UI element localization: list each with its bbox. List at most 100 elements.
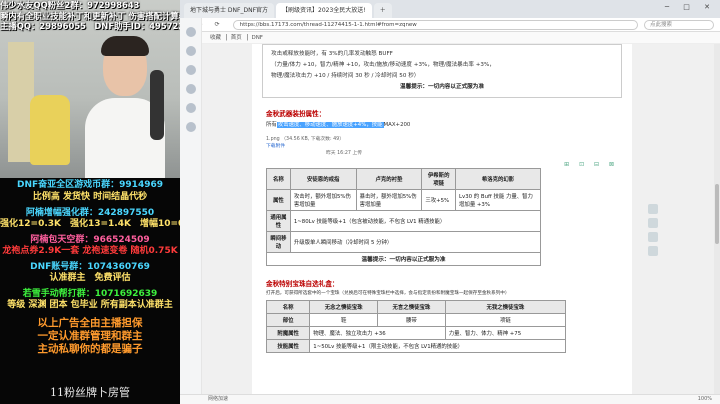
- row-label: 部位: [265, 313, 311, 327]
- table-cell: 暴击时，额外增加5%伤害增加量: [355, 189, 423, 211]
- ad-line: 认准群主 免费评估: [49, 273, 131, 283]
- table-cell: 三攻+5%: [421, 189, 457, 211]
- accessory-table: 名称 安徒恩的戒指 卢克的衬垫 伊希斯的项链 希洛克的幻影 属性 攻击时，额外增加5%伤害…: [266, 168, 542, 266]
- table-row: 属性 攻击时，额外增加5%伤害增加量 暴击时，额外增加5%伤害增加量 三攻+5% Lv3…: [266, 189, 541, 211]
- attachment-meta: （34.56 KB, 下载次数: 49）: [281, 137, 345, 142]
- buff-line: （力量/体力 +10，智力/精神 +10，攻击/施放/移动速度 +3%，物理/魔…: [271, 62, 495, 68]
- microphone: [150, 70, 164, 140]
- tab-forum-thread[interactable]: 【刷级资讯】2023全民大放送!: [276, 3, 372, 18]
- ad-line: 阿楠包天空群：966524509: [30, 235, 150, 245]
- notice-text: 温馨提示：一切内容以正式服为准: [266, 252, 541, 266]
- table-header: 无念之懊徒宝珠: [309, 300, 379, 314]
- ad-line: 一定认准群管理和群主: [37, 330, 143, 342]
- table-cell: 项链: [444, 313, 567, 327]
- sidebar-star-icon[interactable]: [185, 46, 196, 56]
- ad-line: 比例高 发货快 时间结晶代秒: [32, 192, 148, 202]
- table-cell: 腰带: [377, 313, 446, 327]
- table-cell: Lv30 的 Buff 技能 力量、智力增加量 +3%: [455, 189, 541, 211]
- table-header: 无我之懊徒宝珠: [444, 300, 567, 314]
- overlay-line: 伟少水友QQ粉丝2群：972998643: [0, 0, 140, 10]
- ad-line: 以上广告全由主播担保: [37, 317, 143, 329]
- gift-description: 打开后，可获得所选套中的一个宝珠（兑换后可在特殊宝珠栏中选择，会与指定装扮和附魔…: [266, 291, 510, 296]
- search-input[interactable]: 点此搜索: [644, 19, 714, 30]
- table-cell: 力量、智力、体力、精神 +75: [444, 326, 567, 340]
- weapon-suffix: MAX+200: [383, 122, 411, 128]
- table-cell: 攻击时，额外增加5%伤害增加量: [289, 189, 357, 211]
- notice-text: 温馨提示：一切内容以正式服为准: [400, 84, 484, 90]
- address-bar-row: ‹ › ⟳ https://bbs.17173.com/thread-11274…: [180, 18, 720, 32]
- attachment-time: 昨天 16:27 上传: [326, 151, 363, 156]
- ad-line: DNF奋亚全区游戏币群：9914969: [17, 180, 163, 190]
- live-stream-panel: 伟少水友QQ粉丝2群：972998643 瞬内有全职业技能补丁和更新补丁 伤害搭…: [0, 0, 180, 404]
- back-to-top-icon[interactable]: [648, 246, 658, 256]
- table-cell: 升级版单人瞬间移动（冷却时间 5 分钟）: [289, 231, 542, 253]
- row-label: 瞬间移动: [266, 231, 291, 253]
- tab-bar: 地下城与勇士 DNF_DNF官方 【刷级资讯】2023全民大放送! ＋ ─ □ …: [180, 0, 720, 18]
- scrollbar-thumb[interactable]: [715, 184, 719, 244]
- window-controls[interactable]: ─ □ ✕: [665, 3, 716, 11]
- download-attachment-link[interactable]: 下载附件: [266, 143, 622, 150]
- sidebar-app-icon[interactable]: [185, 103, 196, 113]
- overlay-line: 主播QQ：29896055 DNF助手ID：495722874: [0, 21, 180, 32]
- table-header: 卢克的衬垫: [355, 168, 423, 190]
- table-header: 名称: [266, 168, 291, 190]
- row-label: 通用属性: [266, 210, 291, 232]
- orb-table: 名称 无念之懊徒宝珠 无言之懊徒宝珠 无我之懊徒宝珠 部位鞋腰带 项链 附魔属性 物理、魔…: [265, 300, 567, 353]
- gift-heading: 金秋特别宝珠自选礼盒：: [266, 280, 339, 288]
- scrollbar[interactable]: [714, 44, 720, 404]
- ad-line: 龙袍点券2.9K一套 龙袍速变卷 随机0.75K: [2, 246, 178, 256]
- ad-line: 等级 深渊 团本 包毕业 所有副本认准群主: [7, 300, 173, 310]
- ad-line: 阿楠增幅强化群：242897550: [25, 208, 155, 218]
- table-row: 技能属性 1~50Lv 技能等级+1（限主动技能，不包含 LV1精通的技能）: [265, 339, 566, 353]
- breadcrumb[interactable]: 收藏 ▏首页 ▏DNF: [180, 32, 720, 44]
- table-row: 瞬间移动 升级版单人瞬间移动（冷却时间 5 分钟）: [266, 231, 542, 253]
- ad-line: 主动私聊你的都是骗子: [37, 343, 143, 355]
- weapon-stat-line: 所有攻击速度、移动速度、施放速度+4%，技能MAX+200: [266, 120, 622, 128]
- tab-dnf-official[interactable]: 地下城与勇士 DNF_DNF官方: [184, 3, 275, 18]
- browser-window: 地下城与勇士 DNF_DNF官方 【刷级资讯】2023全民大放送! ＋ ─ □ …: [180, 0, 720, 404]
- yellow-chair: [30, 95, 70, 165]
- ad-line: 若雪手动帮打群：1071692639: [22, 289, 158, 299]
- row-label: 附魔属性: [265, 326, 311, 340]
- selected-text: 攻击速度、移动速度、施放速度+4%，技能: [276, 122, 384, 128]
- browser-sidebar: [180, 18, 202, 404]
- comment-icon[interactable]: [648, 232, 658, 242]
- sidebar-settings-icon[interactable]: [185, 122, 196, 132]
- table-cell: 物理、魔法、独立攻击力 +36: [309, 326, 446, 340]
- sidebar-home-icon[interactable]: [185, 27, 196, 37]
- table-cell: 1~80Lv 技能等级+1（包含被动技能，不包含 LV1 精通技能）: [289, 210, 542, 232]
- attachment-name[interactable]: 1.png: [266, 137, 280, 142]
- zoom-level[interactable]: 100%: [698, 395, 712, 404]
- buff-line: 攻击或释放技能时，有 3%的几率发动触怒 BUFF: [271, 51, 393, 57]
- url-input[interactable]: https://bbs.17173.com/thread-11274415-1-…: [232, 19, 638, 30]
- top-overlay-text: 伟少水友QQ粉丝2群：972998643 瞬内有全职业技能补丁和更新补丁 伤害搭…: [0, 0, 180, 32]
- table-header: 名称: [265, 300, 311, 314]
- share-icon[interactable]: [648, 204, 658, 214]
- buff-description-box: 攻击或释放技能时，有 3%的几率发动触怒 BUFF （力量/体力 +10，智力/…: [262, 44, 622, 98]
- status-left[interactable]: 网络加速: [208, 396, 228, 402]
- sidebar-download-icon[interactable]: [185, 84, 196, 94]
- overlay-line: 瞬内有全职业技能补丁和更新补丁 伤害搭配计算器: [0, 10, 180, 21]
- new-tab-button[interactable]: ＋: [373, 3, 392, 18]
- row-label: 属性: [266, 189, 291, 211]
- favorite-icon[interactable]: [648, 218, 658, 228]
- weapon-prefix: 所有: [266, 122, 277, 128]
- table-row: 附魔属性 物理、魔法、独立攻击力 +36 力量、智力、体力、精神 +75: [265, 326, 567, 340]
- table-row: 温馨提示：一切内容以正式服为准: [266, 252, 541, 266]
- buff-line: 物理/魔法攻击力 +10 / 持续时间 30 秒 / 冷却时间 50 秒）: [271, 73, 420, 79]
- table-header: 希洛克的幻影: [455, 168, 541, 190]
- image-tools-icon[interactable]: ⊞ ⊡ ⊟ ⊠: [262, 161, 622, 168]
- sidebar-history-icon[interactable]: [185, 65, 196, 75]
- table-header: 无言之懊徒宝珠: [377, 300, 446, 314]
- floating-toolbar: [648, 204, 660, 260]
- table-cell: 1~50Lv 技能等级+1（限主动技能，不包含 LV1精通的技能）: [309, 339, 566, 353]
- row-label: 技能属性: [265, 339, 311, 353]
- attachment-info: 1.png （34.56 KB, 下载次数: 49） 下载附件 昨天 16:27…: [266, 136, 622, 157]
- streamer: [85, 36, 165, 178]
- ad-line: DNF账号群：1074360769: [30, 262, 150, 272]
- ad-line: 强化12=0.3K 强化13=1.4K 增幅10=0.08K: [0, 219, 180, 229]
- forum-post: 攻击或释放技能时，有 3%的几率发动触怒 BUFF （力量/体力 +10，智力/…: [252, 44, 632, 404]
- status-bar: 网络加速 100%: [180, 394, 720, 404]
- weapon-heading: 金秋武器装扮属性：: [266, 110, 326, 118]
- table-header: 伊希斯的项链: [421, 168, 457, 190]
